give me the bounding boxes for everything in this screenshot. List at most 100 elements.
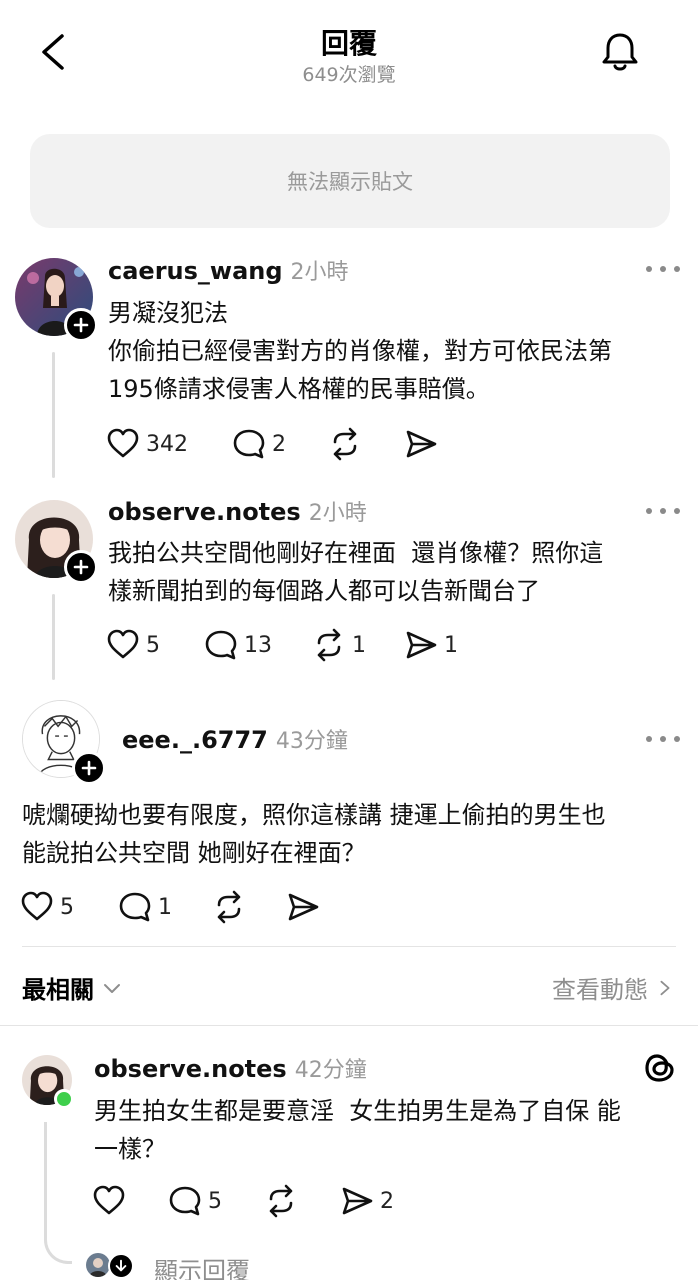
repost-icon	[217, 890, 241, 924]
timestamp: 2小時	[308, 501, 367, 526]
divider	[0, 1025, 698, 1026]
heart-icon	[93, 1185, 125, 1215]
comment-line: 男凝沒犯法	[108, 299, 228, 327]
timestamp: 2小時	[290, 260, 349, 285]
repost-icon	[317, 628, 341, 662]
view-activity-label: 查看動態	[552, 976, 648, 1004]
comment-header: observe.notes 42分鐘	[94, 1052, 367, 1084]
divider	[22, 946, 676, 947]
like-button[interactable]	[92, 1184, 132, 1218]
repost-button[interactable]	[264, 1184, 304, 1218]
more-options-button[interactable]	[646, 506, 680, 516]
repost-icon	[333, 427, 357, 461]
share-button[interactable]	[286, 890, 326, 924]
share-button[interactable]	[404, 427, 444, 461]
timestamp: 43分鐘	[275, 729, 348, 754]
send-icon	[406, 430, 437, 458]
share-button[interactable]: 2	[340, 1184, 394, 1218]
reply-count: 5	[208, 1188, 222, 1214]
sort-dropdown[interactable]: 最相關	[22, 970, 122, 1005]
comment-text: 男凝沒犯法 你偷拍已經侵害對方的肖像權，對方可依民法第 195條請求侵害人格權的…	[108, 294, 678, 408]
comment-icon	[169, 1186, 201, 1216]
arrow-down-icon	[115, 1259, 127, 1272]
like-count: 342	[146, 431, 188, 457]
repost-button[interactable]: 1	[312, 628, 366, 662]
comment-line: 一樣？	[94, 1135, 166, 1163]
more-options-button[interactable]	[646, 734, 680, 744]
view-count: 649次瀏覽	[302, 64, 396, 86]
plus-icon	[73, 559, 89, 575]
share-count: 2	[380, 1188, 394, 1214]
username[interactable]: eee._.6777	[122, 726, 268, 754]
comment-line: 唬爛硬拗也要有限度，照你這樣講 捷運上偷拍的男生也	[22, 801, 606, 829]
repost-button[interactable]	[212, 890, 252, 924]
comment-header: observe.notes 2小時	[108, 495, 367, 527]
view-activity-link[interactable]: 查看動態	[552, 970, 674, 1005]
plus-icon	[81, 760, 97, 776]
comment-text: 唬爛硬拗也要有限度，照你這樣講 捷運上偷拍的男生也 能說拍公共空間 她剛好在裡面…	[22, 796, 682, 872]
thread-line	[44, 1122, 72, 1264]
reply-button[interactable]: 5	[168, 1184, 222, 1218]
repost-button[interactable]	[328, 427, 368, 461]
comment-icon	[119, 892, 151, 922]
heart-icon	[107, 428, 139, 458]
reply-avatar	[86, 1253, 110, 1277]
chevron-down-icon	[104, 983, 120, 993]
reply-button[interactable]: 13	[204, 628, 272, 662]
comment-line: 男生拍女生都是要意淫 女生拍男生是為了自保 能	[94, 1097, 621, 1125]
like-count: 5	[146, 632, 160, 658]
thread-line	[52, 594, 55, 680]
reply-count: 1	[158, 894, 172, 920]
username[interactable]: observe.notes	[108, 498, 301, 526]
heart-icon	[107, 629, 139, 659]
repost-count: 1	[352, 632, 366, 658]
page-title: 回覆	[320, 27, 377, 60]
heart-icon	[21, 891, 53, 921]
expand-replies-button[interactable]	[108, 1253, 134, 1279]
plus-icon	[73, 317, 89, 333]
user-photo	[86, 1253, 110, 1277]
more-options-button[interactable]	[646, 264, 680, 274]
reply-count: 13	[244, 632, 272, 658]
notification-button[interactable]	[596, 28, 644, 76]
share-button[interactable]: 1	[404, 628, 458, 662]
reply-button[interactable]: 1	[118, 890, 172, 924]
comment-icon	[233, 429, 265, 459]
comment-header: eee._.6777 43分鐘	[122, 723, 348, 755]
comment-line: 195條請求侵害人格權的民事賠償。	[108, 375, 490, 403]
comment-line: 你偷拍已經侵害對方的肖像權，對方可依民法第	[108, 337, 612, 365]
unavailable-text: 無法顯示貼文	[287, 170, 413, 194]
follow-button[interactable]	[64, 550, 98, 584]
reply-count: 2	[272, 431, 286, 457]
thread-line	[52, 352, 55, 478]
username[interactable]: caerus_wang	[108, 257, 283, 285]
send-icon	[342, 1187, 373, 1215]
comment-text: 男生拍女生都是要意淫 女生拍男生是為了自保 能 一樣？	[94, 1092, 684, 1168]
follow-button[interactable]	[72, 751, 106, 785]
send-icon	[288, 893, 319, 921]
share-count: 1	[444, 632, 458, 658]
like-button[interactable]: 5	[20, 890, 74, 924]
like-button[interactable]: 342	[106, 427, 188, 461]
unavailable-post-notice: 無法顯示貼文	[30, 134, 670, 228]
like-button[interactable]: 5	[106, 628, 160, 662]
comment-icon	[205, 630, 237, 660]
show-replies-link[interactable]: 顯示回覆	[154, 1251, 250, 1280]
threads-logo-icon[interactable]	[642, 1050, 678, 1086]
timestamp: 42分鐘	[294, 1058, 367, 1083]
like-count: 5	[60, 894, 74, 920]
chevron-right-icon	[660, 980, 670, 995]
comment-line: 我拍公共空間他剛好在裡面 還肖像權？照你這	[108, 539, 604, 567]
sort-label: 最相關	[22, 976, 94, 1004]
send-icon	[406, 631, 437, 659]
comment-header: caerus_wang 2小時	[108, 254, 349, 286]
comment-line: 能說拍公共空間 她剛好在裡面？	[22, 839, 366, 867]
reply-button[interactable]: 2	[232, 427, 286, 461]
repost-icon	[269, 1184, 293, 1218]
online-status-indicator	[54, 1089, 74, 1109]
username[interactable]: observe.notes	[94, 1055, 287, 1083]
bell-icon	[602, 33, 638, 71]
comment-line: 樣新聞拍到的每個路人都可以告新聞台了	[108, 577, 540, 605]
follow-button[interactable]	[64, 308, 98, 342]
comment-text: 我拍公共空間他剛好在裡面 還肖像權？照你這 樣新聞拍到的每個路人都可以告新聞台了	[108, 534, 678, 610]
